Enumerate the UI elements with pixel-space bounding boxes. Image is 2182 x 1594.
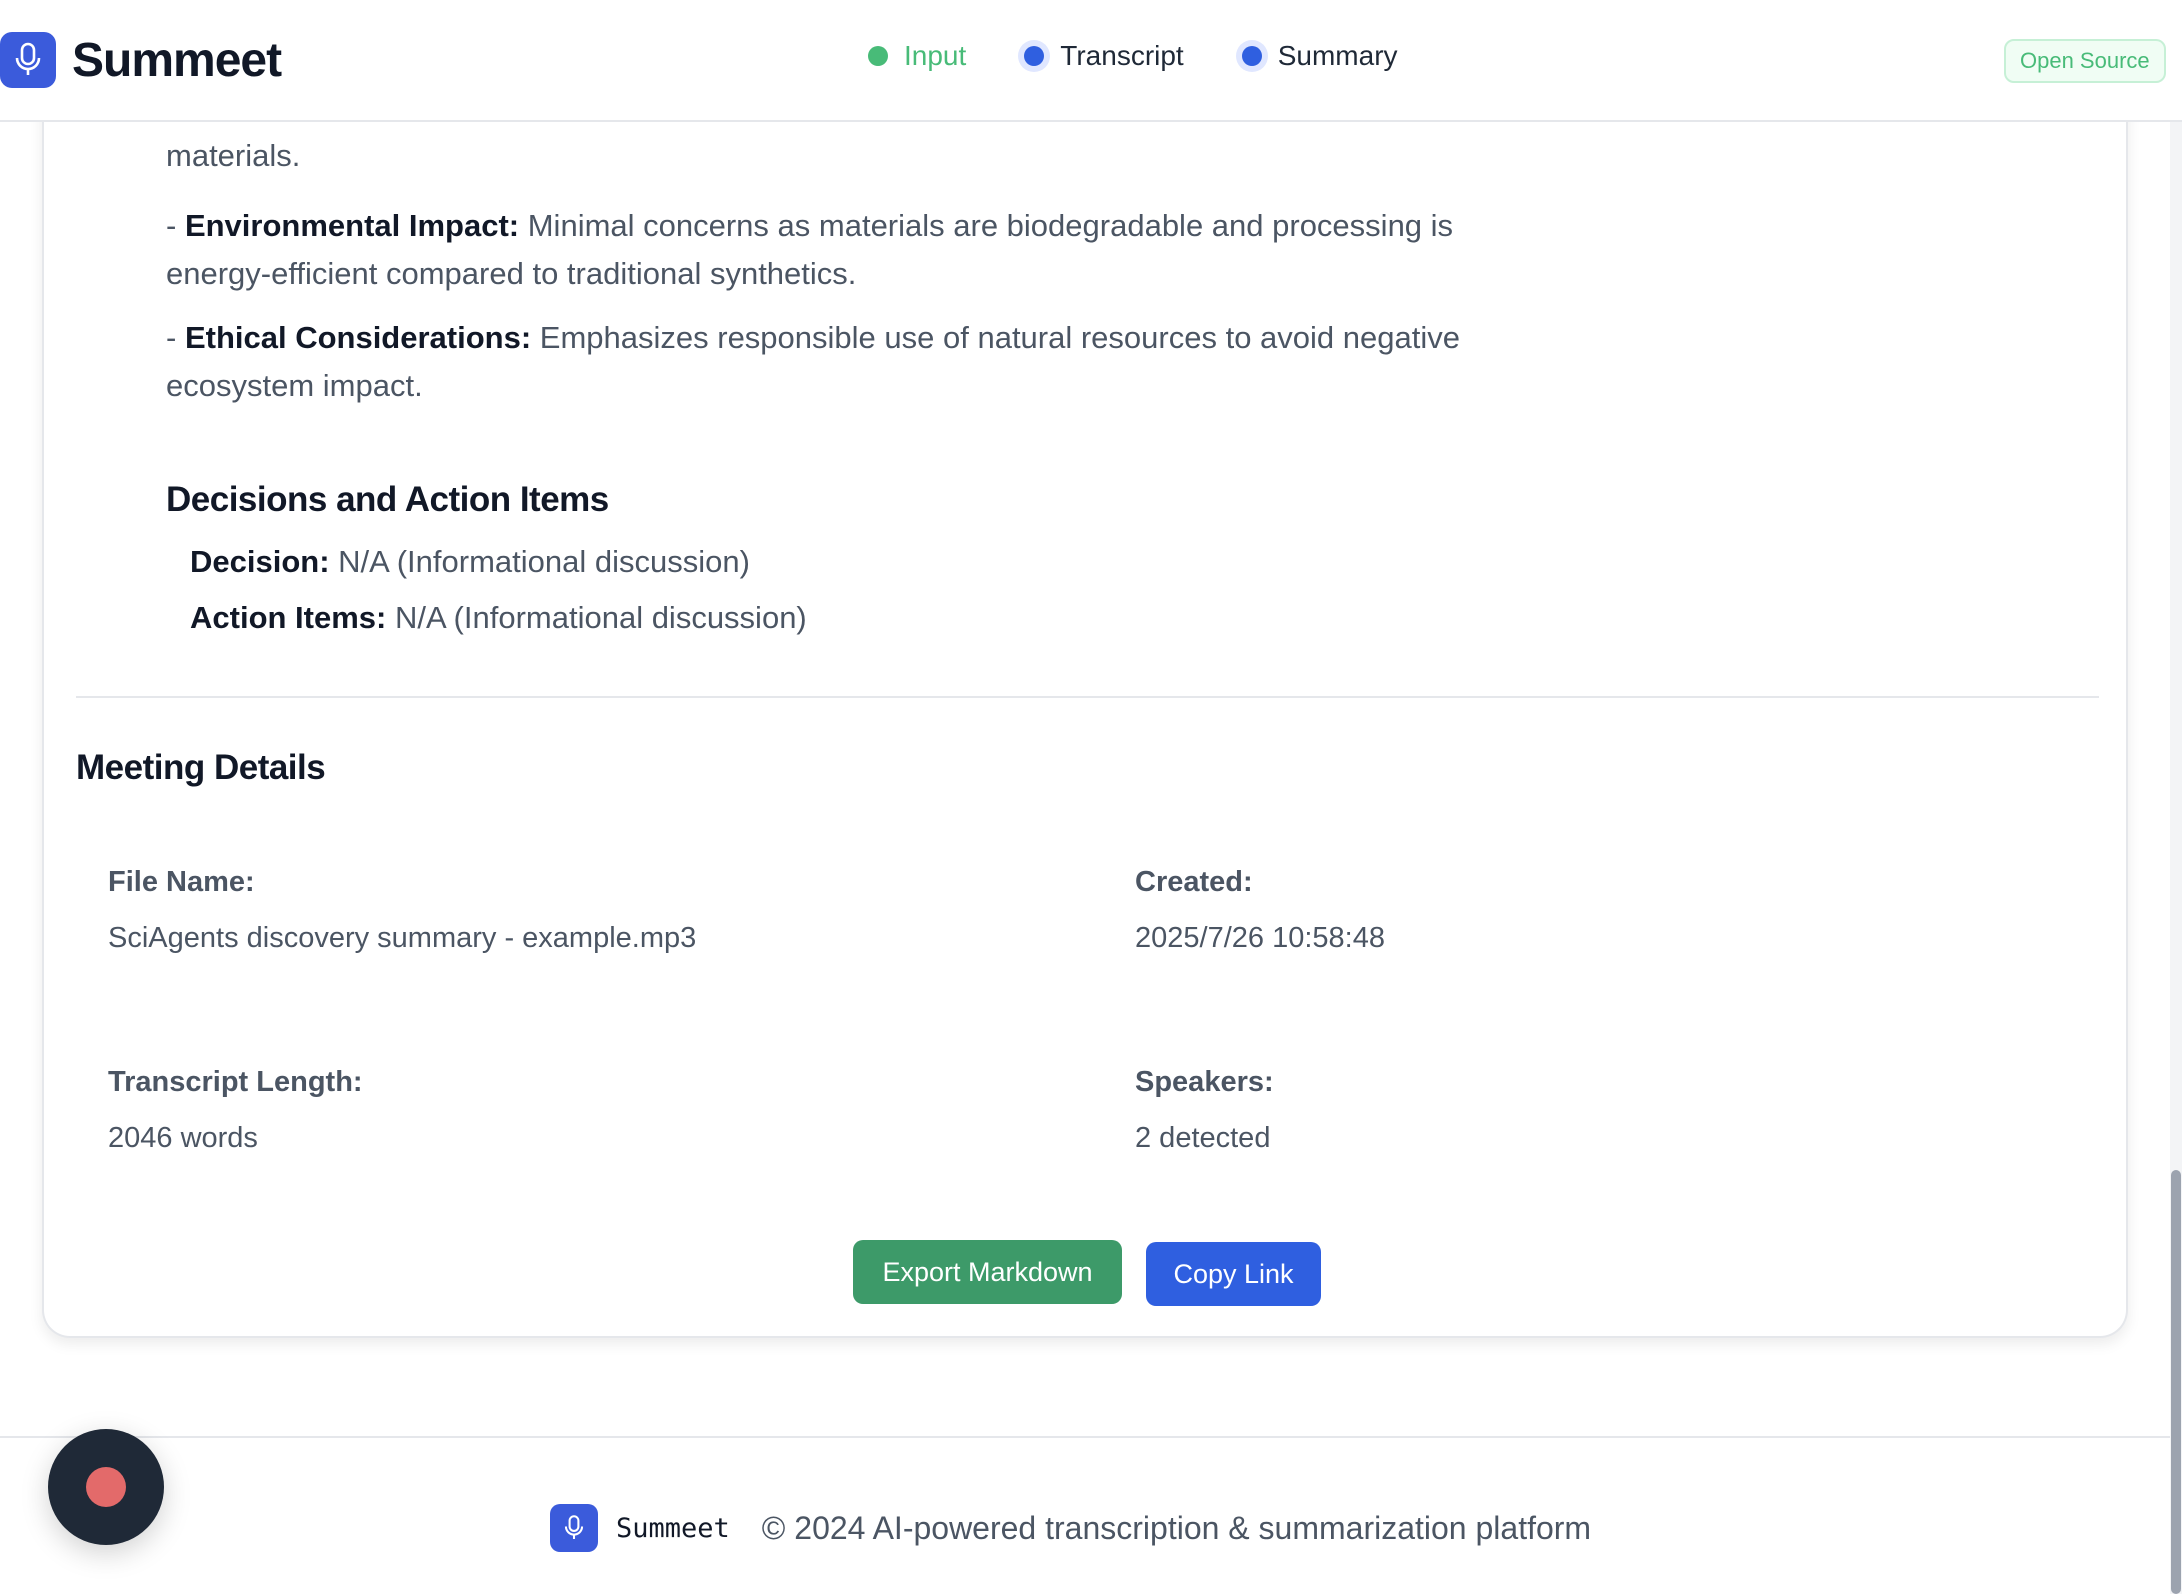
- summary-partial-line: materials.: [166, 132, 1496, 180]
- footer-divider: [0, 1436, 2182, 1438]
- scrollbar-thumb[interactable]: [2171, 1170, 2181, 1594]
- file-name-value: SciAgents discovery summary - example.mp…: [108, 922, 697, 954]
- microphone-icon: [0, 32, 56, 88]
- step-summary[interactable]: Summary: [1241, 40, 1398, 72]
- section-divider: [76, 696, 2099, 698]
- top-nav: Summeet Input Transcript Summary Open So…: [0, 0, 2182, 122]
- item-label: Environmental Impact:: [184, 208, 520, 243]
- progress-steps: Input Transcript Summary: [868, 40, 1456, 72]
- microphone-icon: [550, 1504, 598, 1552]
- step-label: Input: [904, 40, 967, 71]
- step-transcript[interactable]: Transcript: [1024, 40, 1184, 72]
- step-status-dot: [868, 46, 888, 66]
- export-markdown-button[interactable]: Export Markdown: [853, 1240, 1122, 1304]
- created-value: 2025/7/26 10:58:48: [1135, 922, 1385, 954]
- created-label: Created:: [1135, 866, 1253, 898]
- action-items-line: Action Items: N/A (Informational discuss…: [190, 600, 807, 636]
- step-label: Transcript: [1060, 40, 1184, 71]
- summary-card: materials. - Environmental Impact: Minim…: [42, 60, 2128, 1338]
- speakers-value: 2 detected: [1135, 1122, 1271, 1154]
- summary-item-ethical: - Ethical Considerations: Emphasizes res…: [166, 314, 1496, 410]
- footer-copyright: © 2024 AI-powered transcription & summar…: [761, 1509, 1592, 1546]
- file-name-label: File Name:: [108, 866, 255, 898]
- bullet-prefix: -: [166, 320, 185, 355]
- summary-item-environmental: - Environmental Impact: Minimal concerns…: [166, 202, 1496, 298]
- copy-link-button[interactable]: Copy Link: [1146, 1242, 1321, 1306]
- summary-text: materials.: [166, 138, 301, 173]
- brand[interactable]: Summeet: [0, 32, 282, 88]
- footer: Summeet © 2024 AI-powered transcription …: [550, 1504, 1591, 1552]
- step-status-dot: [1241, 46, 1262, 66]
- decision-line: Decision: N/A (Informational discussion): [190, 544, 750, 580]
- footer-brand: Summeet: [616, 1512, 730, 1544]
- bullet-prefix: -: [166, 208, 185, 243]
- action-items-label: Action Items:: [190, 600, 387, 635]
- item-label: Ethical Considerations:: [184, 320, 532, 355]
- record-icon: [86, 1467, 126, 1507]
- brand-name: Summeet: [72, 33, 282, 87]
- step-status-dot: [1024, 46, 1045, 66]
- step-input[interactable]: Input: [868, 40, 966, 72]
- action-items-text: N/A (Informational discussion): [386, 600, 807, 635]
- transcript-length-value: 2046 words: [108, 1122, 258, 1154]
- speakers-label: Speakers:: [1135, 1066, 1274, 1098]
- step-label: Summary: [1277, 40, 1398, 71]
- transcript-length-label: Transcript Length:: [108, 1066, 363, 1098]
- open-source-badge[interactable]: Open Source: [2004, 39, 2166, 83]
- record-button[interactable]: [48, 1429, 164, 1545]
- decisions-heading: Decisions and Action Items: [166, 480, 609, 519]
- decision-text: N/A (Informational discussion): [329, 544, 750, 579]
- meeting-details-title: Meeting Details: [76, 748, 326, 787]
- decision-label: Decision:: [190, 544, 330, 579]
